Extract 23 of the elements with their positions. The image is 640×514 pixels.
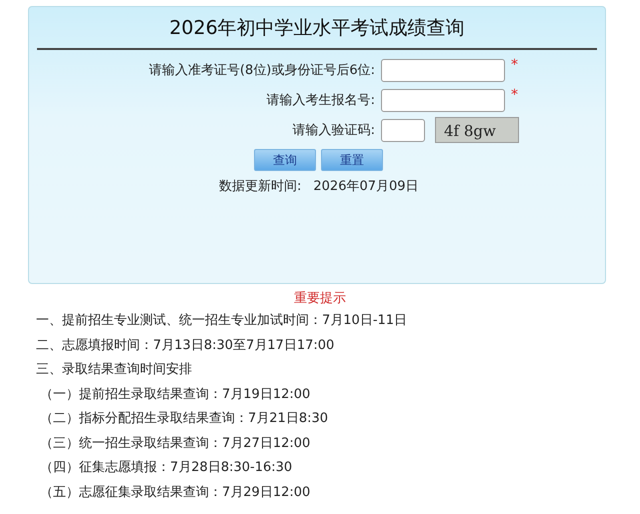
notice-item: （五）志愿征集录取结果查询：7月29日12:00 <box>39 484 312 502</box>
notice-item: （二）指标分配招生录取结果查询：7月21日8:30 <box>39 410 330 428</box>
field-label: 请输入考生报名号: <box>266 92 376 109</box>
notice-item: （一）提前招生录取结果查询：7月19日12:00 <box>39 386 312 404</box>
update-label: 数据更新时间: <box>219 178 302 195</box>
input-field[interactable] <box>381 88 505 112</box>
notice-item: 二、志愿填报时间：7月13日8:30至7月17日17:00 <box>36 336 336 354</box>
notice-item: 一、提前招生专业测试、统一招生专业加试时间：7月10日-11日 <box>36 312 408 330</box>
field-label: 请输入验证码: <box>292 122 376 139</box>
notice-item: （四）征集志愿填报：7月28日8:30-16:30 <box>39 459 294 477</box>
reset-button[interactable]: 重置 <box>321 149 383 171</box>
required-mark: * <box>511 57 518 73</box>
update-date: 2026年07月09日 <box>313 178 419 195</box>
field-label: 请输入准考证号(8位)或身份证号后6位: <box>148 62 376 79</box>
captcha-image[interactable]: 4f 8gw <box>435 117 519 143</box>
input-field[interactable] <box>381 58 505 82</box>
notice-heading: 重要提示 <box>293 290 347 308</box>
required-mark: * <box>511 87 518 103</box>
notice-item: （三）统一招生录取结果查询：7月27日12:00 <box>39 434 312 452</box>
page-title: 2026年初中学业水平考试成绩查询 <box>168 16 466 41</box>
captcha-field[interactable] <box>381 118 425 142</box>
query-button[interactable]: 查询 <box>254 149 316 171</box>
notice-item: 三、录取结果查询时间安排 <box>36 361 193 379</box>
